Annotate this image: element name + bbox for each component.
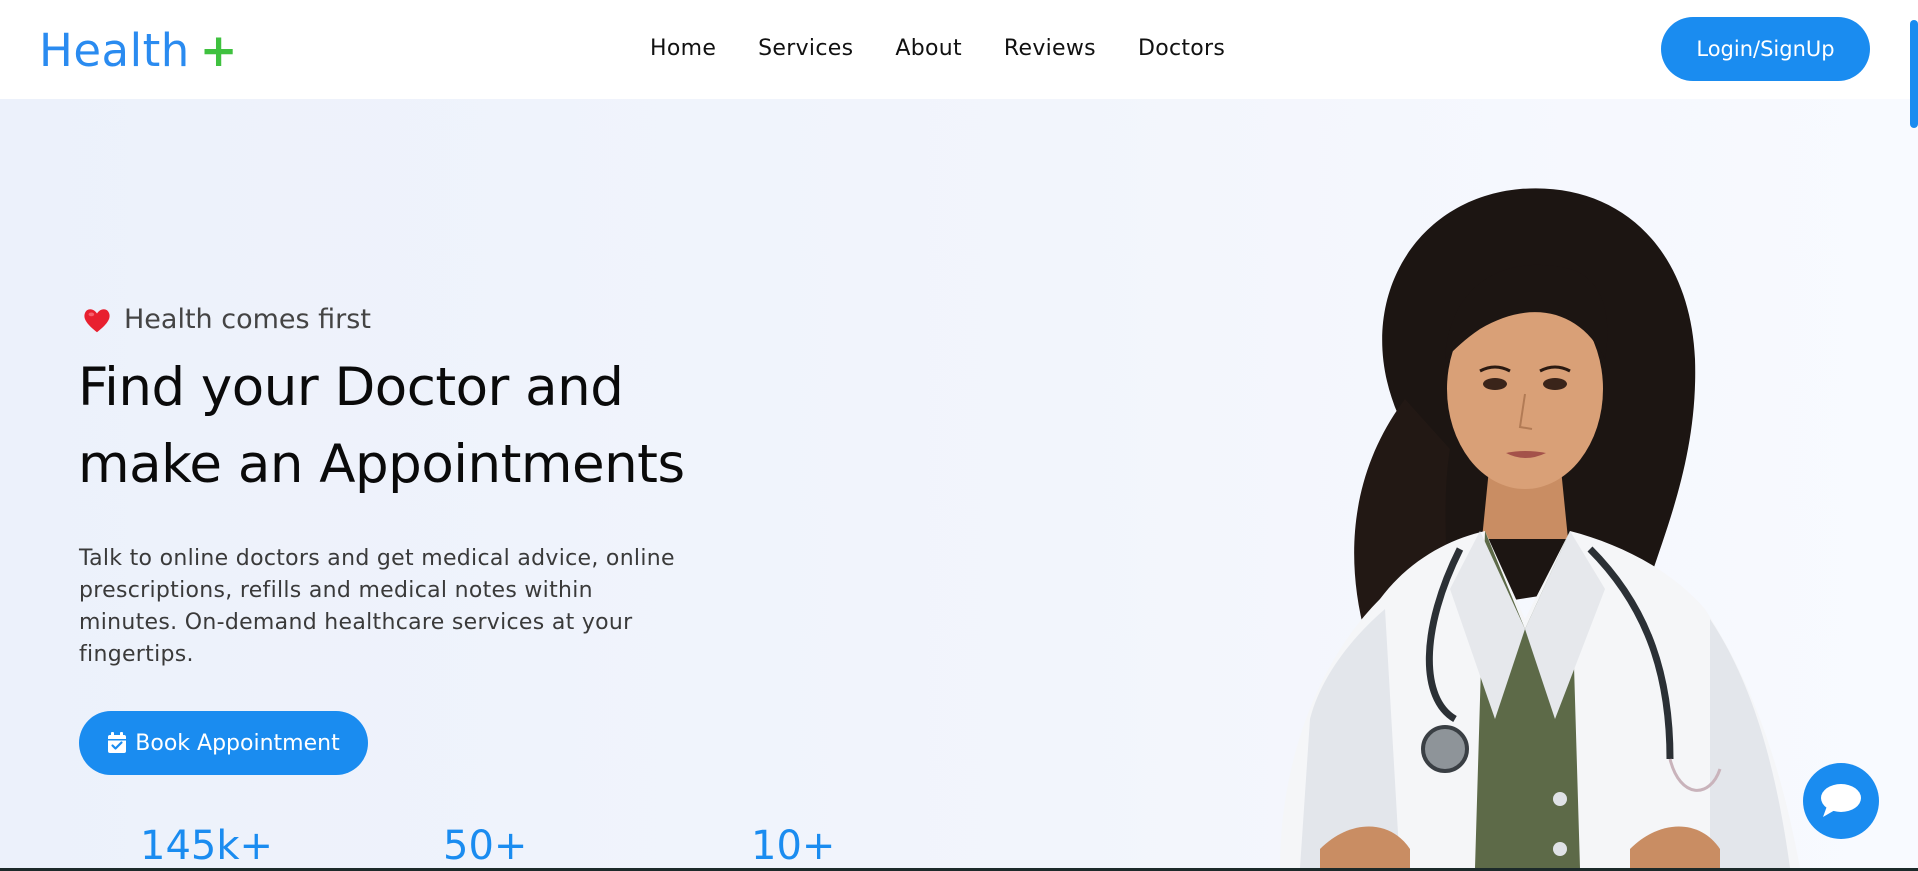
book-appointment-label: Book Appointment [135,730,340,756]
login-signup-button[interactable]: Login/SignUp [1661,17,1870,81]
stat-patients: 145k+ [140,823,274,868]
calendar-check-icon [108,732,127,753]
nav-link-services[interactable]: Services [758,36,853,61]
doctor-photo [1280,188,1800,868]
heart-icon [84,308,110,332]
nav-link-reviews[interactable]: Reviews [1004,36,1096,61]
brand-plus: + [199,24,238,77]
nav-link-home[interactable]: Home [650,36,716,61]
brand-name: Health [39,24,190,77]
chat-bubble-icon [1821,784,1861,817]
hero-title-line2: make an Appointments [78,434,685,495]
tagline-text: Health comes first [124,304,371,335]
hero-title-line1: Find your Doctor and [78,357,624,418]
chat-button[interactable] [1803,763,1879,839]
hero-title: Find your Doctor and make an Appointment… [78,349,778,503]
stat-doctors: 50+ [443,823,528,868]
hero-description: Talk to online doctors and get medical a… [79,546,675,667]
hero-section: Health comes first Find your Doctor and … [0,99,1918,868]
nav-link-about[interactable]: About [895,36,962,61]
brand-logo[interactable]: Health + [39,24,238,77]
tagline: Health comes first [82,304,371,335]
stat-years: 10+ [751,823,836,868]
nav-link-doctors[interactable]: Doctors [1138,36,1225,61]
book-appointment-button[interactable]: Book Appointment [79,711,368,775]
main-nav: Home Services About Reviews Doctors [650,36,1225,61]
top-navbar: Health + Home Services About Reviews Doct… [0,0,1918,99]
page-scrollbar[interactable] [1910,20,1918,128]
